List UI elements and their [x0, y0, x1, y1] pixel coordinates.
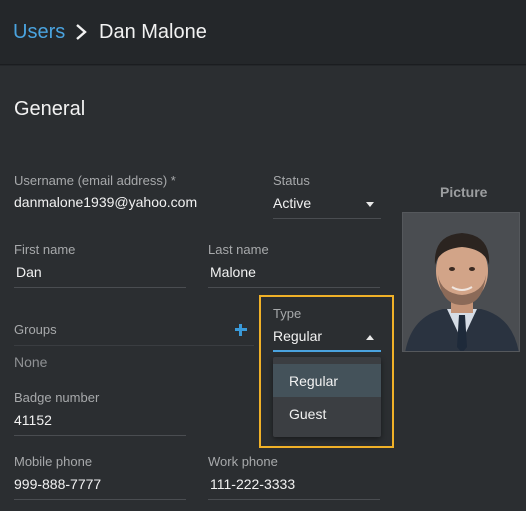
first-name-underline [14, 287, 186, 288]
badge-number-label: Badge number [14, 390, 100, 405]
chevron-up-icon [366, 335, 374, 340]
work-phone-underline [208, 499, 380, 500]
badge-number-field[interactable]: 41152 [14, 412, 52, 428]
status-select[interactable]: Active [273, 192, 381, 218]
general-panel: General Username (email address) * danma… [0, 66, 526, 511]
badge-number-underline [14, 435, 186, 436]
profile-picture[interactable] [402, 212, 520, 352]
status-underline [273, 218, 381, 219]
type-option-label: Guest [289, 406, 327, 422]
chevron-down-icon [366, 202, 374, 207]
work-phone-label: Work phone [208, 454, 278, 469]
status-label: Status [273, 173, 310, 188]
section-title: General [14, 98, 86, 120]
breadcrumb-users-link[interactable]: Users [13, 21, 65, 44]
add-group-icon[interactable] [234, 323, 248, 337]
type-underline [273, 350, 381, 352]
last-name-underline [208, 287, 380, 288]
mobile-phone-underline [14, 499, 186, 500]
breadcrumb-current: Dan Malone [99, 21, 207, 43]
work-phone-field[interactable]: 111-222-3333 [210, 476, 295, 492]
mobile-phone-field[interactable]: 999-888-7777 [14, 476, 101, 492]
groups-value: None [14, 354, 48, 370]
username-label: Username (email address) * [14, 173, 176, 188]
first-name-field[interactable]: Dan [16, 264, 42, 280]
first-name-label: First name [14, 242, 76, 257]
groups-label: Groups [14, 322, 57, 337]
type-option-label: Regular [289, 373, 339, 389]
type-option-regular[interactable]: Regular [273, 364, 381, 397]
mobile-phone-label: Mobile phone [14, 454, 93, 469]
groups-divider [14, 345, 254, 346]
type-dropdown-menu: Regular Guest [273, 357, 381, 437]
portrait-image [403, 213, 519, 351]
type-label: Type [273, 306, 302, 321]
username-field[interactable]: danmalone1939@yahoo.com [14, 194, 197, 210]
picture-label: Picture [440, 184, 488, 200]
chevron-right-icon [76, 24, 87, 40]
type-value: Regular [273, 328, 323, 344]
last-name-label: Last name [208, 242, 269, 257]
last-name-field[interactable]: Malone [210, 264, 256, 280]
page-header: Users Dan Malone [0, 0, 526, 65]
type-select[interactable]: Regular [273, 325, 381, 351]
status-value: Active [273, 195, 312, 211]
type-option-guest[interactable]: Guest [273, 397, 381, 430]
